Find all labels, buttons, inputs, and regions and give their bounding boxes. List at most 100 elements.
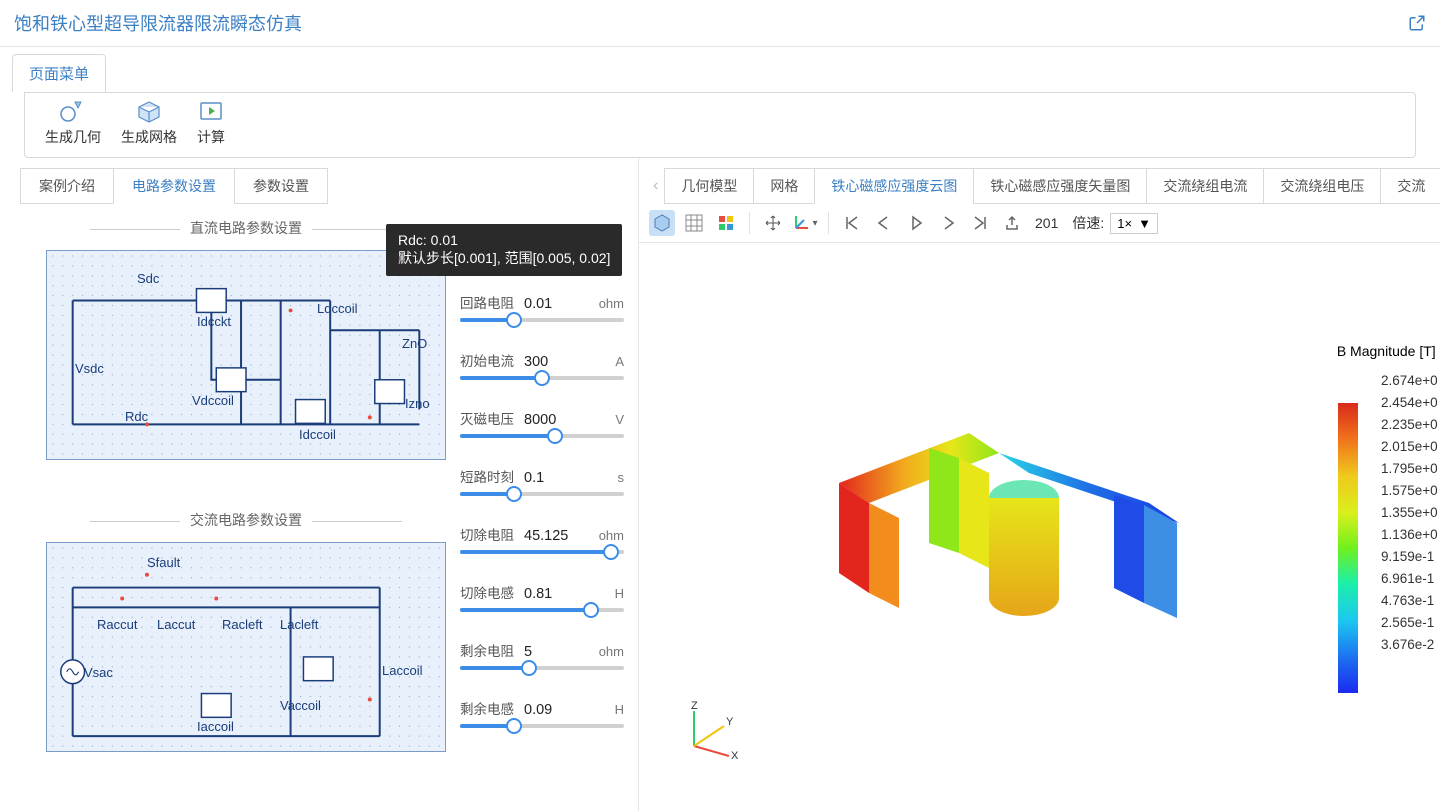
slider[interactable] (460, 724, 624, 728)
main-toolbar: 生成几何 生成网格 计算 (24, 92, 1416, 158)
tab-b-vector[interactable]: 铁心磁感应强度矢量图 (973, 168, 1147, 204)
tab-params[interactable]: 参数设置 (234, 168, 328, 204)
tooltip-line1: Rdc: 0.01 (398, 232, 610, 248)
slider[interactable] (460, 608, 624, 612)
move-icon[interactable] (760, 210, 786, 236)
circuit-label: Vaccoil (280, 698, 321, 713)
tab-b-contour[interactable]: 铁心磁感应强度云图 (814, 168, 974, 204)
circuit-label: Raccut (97, 617, 137, 632)
generate-geometry-button[interactable]: 生成几何 (45, 99, 101, 147)
droplet-icon (59, 99, 87, 123)
axis-xyz-icon[interactable]: ▾ (792, 210, 818, 236)
export-icon[interactable] (999, 210, 1025, 236)
slider[interactable] (460, 666, 624, 670)
ac-circuit-diagram: Sfault Raccut Laccut Racleft Lacleft Vsa… (46, 542, 446, 752)
tooltip-line2: 默认步长[0.001], 范围[0.005, 0.02] (398, 248, 610, 268)
model-render (769, 363, 1179, 693)
left-tabs: 案例介绍 电路参数设置 参数设置 (0, 158, 638, 204)
parameter-column: Rdc: 0.01 默认步长[0.001], 范围[0.005, 0.02] 回… (446, 214, 638, 811)
tab-ac-current[interactable]: 交流绕组电流 (1146, 168, 1264, 204)
param-residual-inductance: 剩余电感0.09H (460, 698, 624, 728)
slider[interactable] (460, 318, 624, 322)
step-back-icon[interactable] (871, 210, 897, 236)
svg-text:Y: Y (726, 716, 734, 728)
tab-case-intro[interactable]: 案例介绍 (20, 168, 114, 204)
play-icon (197, 99, 225, 123)
left-panel: 案例介绍 电路参数设置 参数设置 直流电路参数设置 (0, 158, 638, 811)
open-in-new-icon[interactable] (1408, 14, 1426, 32)
slider[interactable] (460, 434, 624, 438)
slider[interactable] (460, 550, 624, 554)
circuit-label: Vsdc (75, 361, 104, 376)
param-short-time: 短路时刻0.1s (460, 466, 624, 496)
tab-geometry[interactable]: 几何模型 (664, 168, 754, 204)
generate-mesh-button[interactable]: 生成网格 (121, 99, 177, 147)
slider[interactable] (460, 492, 624, 496)
param-cut-inductance: 切除电感0.81H (460, 582, 624, 612)
legend-colorbar (1338, 403, 1358, 693)
circuit-label: Laccoil (382, 663, 422, 678)
slider-tooltip: Rdc: 0.01 默认步长[0.001], 范围[0.005, 0.02] (386, 224, 622, 276)
diagram-column: 直流电路参数设置 Sdc Idcckt Ld (46, 214, 446, 811)
svg-text:X: X (731, 750, 739, 761)
toolbar-label: 生成网格 (121, 127, 177, 147)
go-last-icon[interactable] (967, 210, 993, 236)
circuit-label: ZnO (402, 336, 427, 351)
frame-number: 201 (1035, 215, 1058, 231)
legend-title: B Magnitude [T] (1337, 343, 1436, 359)
cube-icon (135, 99, 163, 123)
circuit-label: Lacleft (280, 617, 318, 632)
circuit-label: Idccoil (299, 427, 336, 442)
grid-icon[interactable] (681, 210, 707, 236)
tab-ac-more[interactable]: 交流 (1380, 168, 1440, 204)
param-cut-resistance: 切除电阻45.125ohm (460, 524, 624, 554)
page-title: 饱和铁心型超导限流器限流瞬态仿真 (14, 10, 302, 36)
circuit-label: Rdc (125, 409, 148, 424)
axis-gizmo-icon: Z X Y (679, 701, 739, 761)
scroll-left-icon[interactable]: ‹ (647, 177, 664, 195)
speed-label: 倍速: (1072, 213, 1104, 233)
slider[interactable] (460, 376, 624, 380)
toolbar-label: 生成几何 (45, 127, 101, 147)
toolbar-label: 计算 (197, 127, 225, 147)
circuit-label: Ldccoil (317, 301, 357, 316)
ac-circuit-svg (47, 543, 445, 751)
ac-section-title: 交流电路参数设置 (46, 506, 446, 534)
circuit-label: Iaccoil (197, 719, 234, 734)
circuit-label: Vdccoil (192, 393, 234, 408)
circuit-label: Sfault (147, 555, 180, 570)
circuit-label: Vsac (84, 665, 113, 680)
dc-circuit-diagram: Sdc Idcckt Ldccoil ZnO Vsdc Vdccoil Idcc… (46, 250, 446, 460)
3d-viewport[interactable]: Z X Y B Magnitude [T] 2.674e+0 2.454e+0 … (639, 243, 1440, 811)
circuit-label: Racleft (222, 617, 262, 632)
palette-icon[interactable] (713, 210, 739, 236)
tab-circuit-params[interactable]: 电路参数设置 (113, 168, 235, 204)
speed-select[interactable]: 1×▼ (1110, 213, 1158, 234)
app-header: 饱和铁心型超导限流器限流瞬态仿真 (0, 0, 1440, 47)
compute-button[interactable]: 计算 (197, 99, 225, 147)
param-loop-resistance: 回路电阻0.01ohm (460, 292, 624, 322)
play-icon[interactable] (903, 210, 929, 236)
right-panel: ‹ 几何模型 网格 铁心磁感应强度云图 铁心磁感应强度矢量图 交流绕组电流 交流… (638, 158, 1440, 811)
circuit-label: Idcckt (197, 314, 231, 329)
chevron-down-icon: ▼ (1138, 216, 1151, 231)
param-residual-resistance: 剩余电阻5ohm (460, 640, 624, 670)
go-first-icon[interactable] (839, 210, 865, 236)
step-forward-icon[interactable] (935, 210, 961, 236)
menubar: 页面菜单 生成几何 生成网格 计算 (0, 47, 1440, 158)
circuit-label: Laccut (157, 617, 195, 632)
visualization-toolbar: ▾ 201 倍速: 1×▼ (639, 204, 1440, 243)
tab-body: 直流电路参数设置 Sdc Idcckt Ld (0, 204, 638, 811)
tab-mesh[interactable]: 网格 (753, 168, 815, 204)
main-content: 案例介绍 电路参数设置 参数设置 直流电路参数设置 (0, 158, 1440, 811)
page-menu-tab[interactable]: 页面菜单 (12, 54, 106, 92)
legend-ticks: 2.674e+0 2.454e+0 2.235e+0 2.015e+0 1.79… (1381, 373, 1438, 652)
circuit-label: Izno (405, 396, 430, 411)
svg-text:Z: Z (691, 701, 698, 712)
right-tabs: ‹ 几何模型 网格 铁心磁感应强度云图 铁心磁感应强度矢量图 交流绕组电流 交流… (639, 158, 1440, 204)
circuit-label: Sdc (137, 271, 159, 286)
view-box-icon[interactable] (649, 210, 675, 236)
param-initial-current: 初始电流300A (460, 350, 624, 380)
dc-circuit-svg (47, 251, 445, 459)
tab-ac-voltage[interactable]: 交流绕组电压 (1263, 168, 1381, 204)
